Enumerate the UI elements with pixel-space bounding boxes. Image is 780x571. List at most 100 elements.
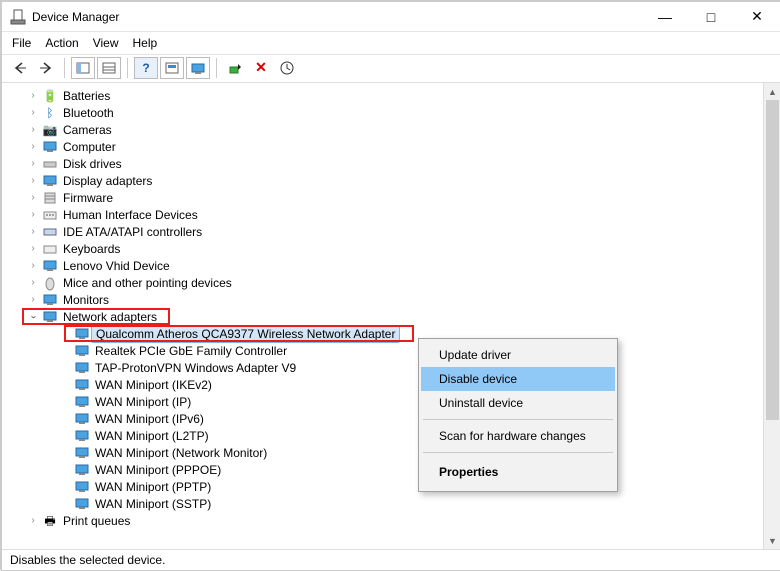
- network-adapter-icon: [74, 343, 90, 359]
- network-icon: [42, 309, 58, 325]
- display-icon: [42, 173, 58, 189]
- ctx-update-driver[interactable]: Update driver: [421, 343, 615, 367]
- maximize-button[interactable]: □: [688, 2, 734, 32]
- tree-item-keyboards[interactable]: ›Keyboards: [2, 240, 780, 257]
- computer-icon: [42, 139, 58, 155]
- network-adapter-icon: [74, 445, 90, 461]
- ctx-uninstall-device[interactable]: Uninstall device: [421, 391, 615, 415]
- scrollbar-thumb[interactable]: [766, 100, 779, 420]
- menu-help[interactable]: Help: [133, 36, 158, 50]
- tree-item-wan-ipv6[interactable]: ›WAN Miniport (IPv6): [2, 410, 780, 427]
- chevron-right-icon[interactable]: ›: [26, 276, 40, 290]
- chevron-right-icon[interactable]: ›: [26, 123, 40, 137]
- titlebar: Device Manager — □ ✕: [2, 2, 780, 32]
- back-button[interactable]: [8, 57, 32, 79]
- tree-item-wan-netmon[interactable]: ›WAN Miniport (Network Monitor): [2, 444, 780, 461]
- minimize-button[interactable]: —: [642, 2, 688, 32]
- keyboard-icon: [42, 241, 58, 257]
- printer-icon: 🖶: [42, 513, 58, 529]
- tree-item-realtek[interactable]: ›Realtek PCIe GbE Family Controller: [2, 342, 780, 359]
- menu-action[interactable]: Action: [45, 36, 78, 50]
- tree-item-firmware[interactable]: ›Firmware: [2, 189, 780, 206]
- scan-hardware-button[interactable]: [275, 57, 299, 79]
- chevron-down-icon[interactable]: ›: [26, 310, 40, 324]
- status-text: Disables the selected device.: [10, 553, 165, 567]
- tree-item-hid[interactable]: ›Human Interface Devices: [2, 206, 780, 223]
- device-icon: [42, 258, 58, 274]
- tree-item-wan-pptp[interactable]: ›WAN Miniport (PPTP): [2, 478, 780, 495]
- chevron-right-icon[interactable]: ›: [26, 106, 40, 120]
- menu-view[interactable]: View: [93, 36, 119, 50]
- chevron-right-icon[interactable]: ›: [26, 174, 40, 188]
- tree-item-wan-l2tp[interactable]: ›WAN Miniport (L2TP): [2, 427, 780, 444]
- ctx-properties[interactable]: Properties: [421, 457, 615, 487]
- chevron-right-icon[interactable]: ›: [26, 259, 40, 273]
- chevron-right-icon[interactable]: ›: [26, 242, 40, 256]
- mouse-icon: [42, 275, 58, 291]
- close-button[interactable]: ✕: [734, 2, 780, 32]
- device-tree[interactable]: ›🔋Batteries ›ᛒBluetooth ›📷Cameras ›Compu…: [2, 83, 780, 533]
- action-button[interactable]: [160, 57, 184, 79]
- disk-icon: [42, 156, 58, 172]
- chevron-right-icon[interactable]: ›: [26, 157, 40, 171]
- scroll-up-arrow-icon[interactable]: ▲: [764, 83, 780, 100]
- tree-item-network-adapters[interactable]: ›Network adapters: [2, 308, 780, 325]
- window-title: Device Manager: [32, 10, 642, 24]
- menubar: File Action View Help: [2, 32, 780, 55]
- chevron-right-icon[interactable]: ›: [26, 89, 40, 103]
- chevron-right-icon[interactable]: ›: [26, 514, 40, 528]
- update-driver-button[interactable]: [186, 57, 210, 79]
- tree-item-ide[interactable]: ›IDE ATA/ATAPI controllers: [2, 223, 780, 240]
- ctx-divider: [423, 419, 613, 420]
- firmware-icon: [42, 190, 58, 206]
- tree-item-print-queues[interactable]: ›🖶Print queues: [2, 512, 780, 529]
- tree-item-disk-drives[interactable]: ›Disk drives: [2, 155, 780, 172]
- tree-item-batteries[interactable]: ›🔋Batteries: [2, 87, 780, 104]
- tree-item-bluetooth[interactable]: ›ᛒBluetooth: [2, 104, 780, 121]
- tree-item-wan-pppoe[interactable]: ›WAN Miniport (PPPOE): [2, 461, 780, 478]
- toolbar: ? ✕: [2, 55, 780, 83]
- network-adapter-icon: [74, 479, 90, 495]
- network-adapter-icon: [74, 326, 90, 342]
- forward-button[interactable]: [34, 57, 58, 79]
- network-adapter-icon: [74, 394, 90, 410]
- tree-item-cameras[interactable]: ›📷Cameras: [2, 121, 780, 138]
- camera-icon: 📷: [42, 122, 58, 138]
- enable-device-button[interactable]: [223, 57, 247, 79]
- network-adapter-icon: [74, 360, 90, 376]
- ctx-disable-device[interactable]: Disable device: [421, 367, 615, 391]
- chevron-right-icon[interactable]: ›: [26, 225, 40, 239]
- statusbar: Disables the selected device.: [2, 549, 780, 569]
- chevron-right-icon[interactable]: ›: [26, 140, 40, 154]
- properties-button[interactable]: [97, 57, 121, 79]
- tree-item-wan-ikev2[interactable]: ›WAN Miniport (IKEv2): [2, 376, 780, 393]
- app-icon: [10, 9, 26, 25]
- device-tree-pane: ›🔋Batteries ›ᛒBluetooth ›📷Cameras ›Compu…: [2, 83, 780, 549]
- monitor-icon: [42, 292, 58, 308]
- bluetooth-icon: ᛒ: [42, 105, 58, 121]
- tree-item-monitors[interactable]: ›Monitors: [2, 291, 780, 308]
- tree-item-wan-sstp[interactable]: ›WAN Miniport (SSTP): [2, 495, 780, 512]
- chevron-right-icon[interactable]: ›: [26, 293, 40, 307]
- tree-item-display-adapters[interactable]: ›Display adapters: [2, 172, 780, 189]
- chevron-right-icon[interactable]: ›: [26, 191, 40, 205]
- uninstall-button[interactable]: ✕: [249, 57, 273, 79]
- show-hide-console-tree-button[interactable]: [71, 57, 95, 79]
- network-adapter-icon: [74, 496, 90, 512]
- help-button[interactable]: ?: [134, 57, 158, 79]
- network-adapter-icon: [74, 428, 90, 444]
- network-adapter-icon: [74, 411, 90, 427]
- tree-item-computer[interactable]: ›Computer: [2, 138, 780, 155]
- tree-item-mice[interactable]: ›Mice and other pointing devices: [2, 274, 780, 291]
- ctx-divider: [423, 452, 613, 453]
- chevron-right-icon[interactable]: ›: [26, 208, 40, 222]
- tree-item-qualcomm-adapter[interactable]: ›Qualcomm Atheros QCA9377 Wireless Netwo…: [2, 325, 780, 342]
- tree-item-wan-ip[interactable]: ›WAN Miniport (IP): [2, 393, 780, 410]
- ide-icon: [42, 224, 58, 240]
- ctx-scan-hardware[interactable]: Scan for hardware changes: [421, 424, 615, 448]
- menu-file[interactable]: File: [12, 36, 31, 50]
- scroll-down-arrow-icon[interactable]: ▼: [764, 532, 780, 549]
- tree-item-tap-proton[interactable]: ›TAP-ProtonVPN Windows Adapter V9: [2, 359, 780, 376]
- tree-item-lenovo[interactable]: ›Lenovo Vhid Device: [2, 257, 780, 274]
- vertical-scrollbar[interactable]: ▲ ▼: [763, 83, 780, 549]
